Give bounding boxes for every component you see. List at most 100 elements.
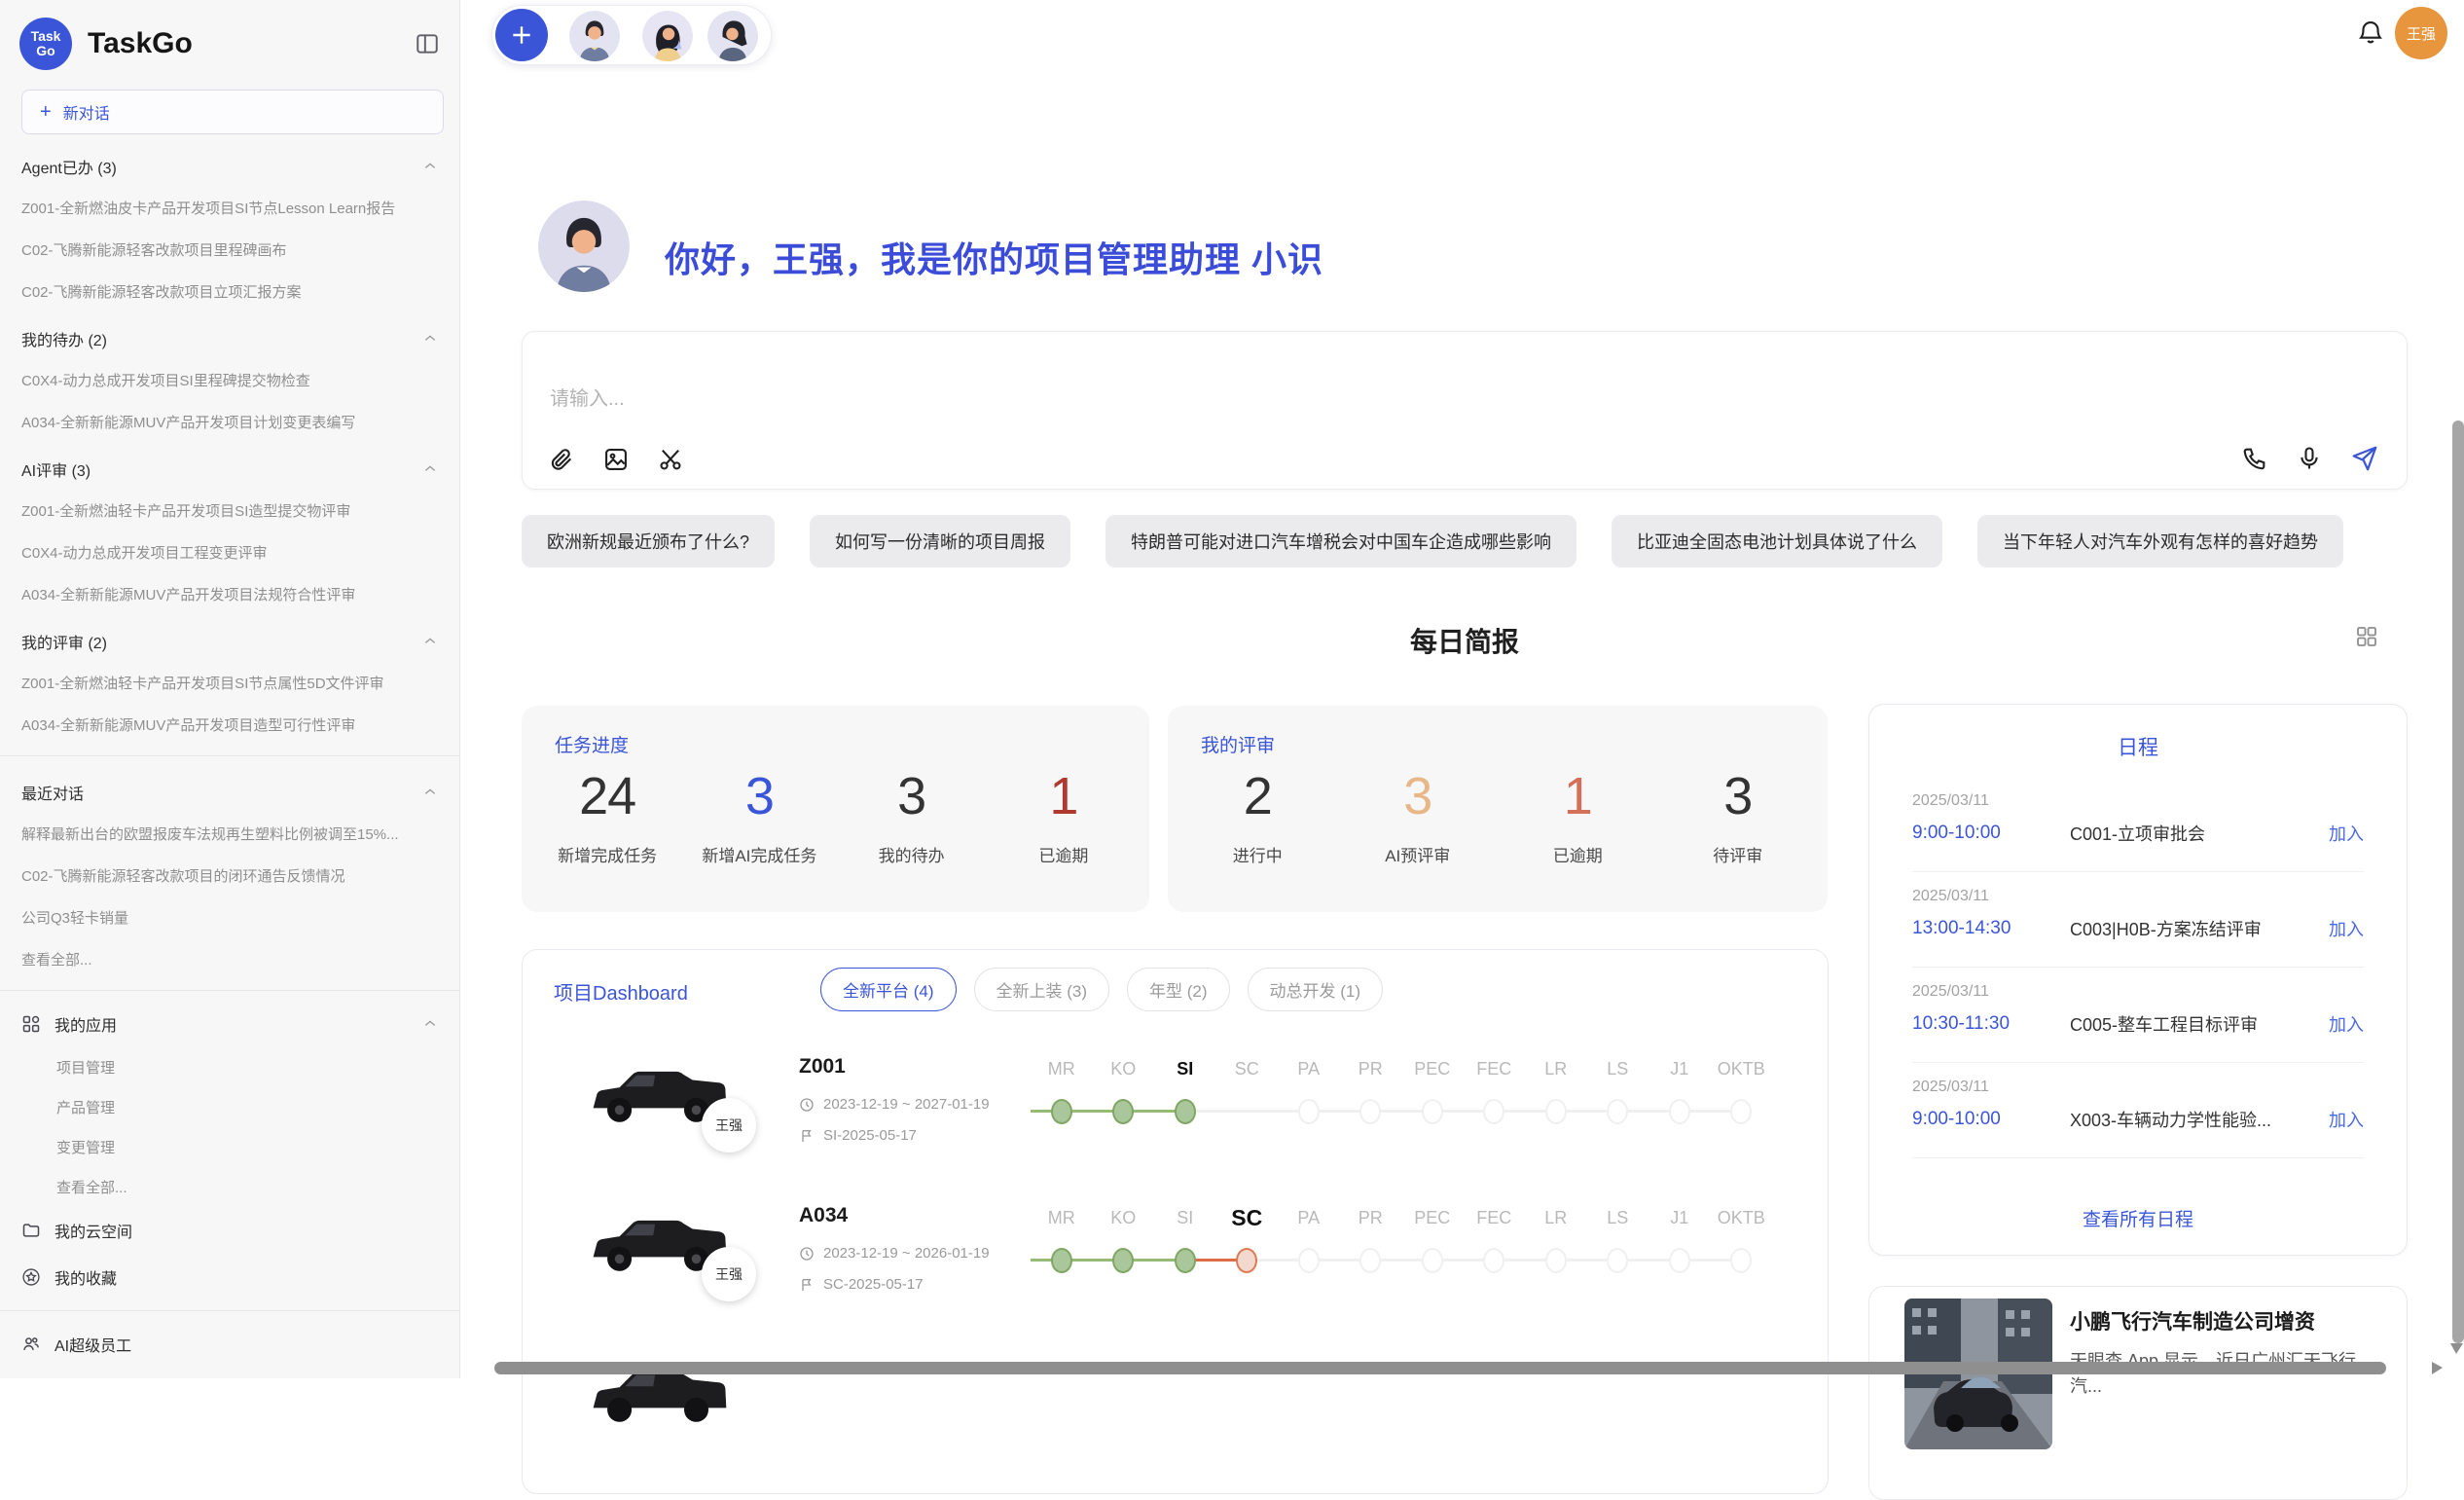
join-link[interactable]: 加入 — [2329, 1011, 2364, 1037]
recent-chat-item[interactable]: C02-飞腾新能源轻客改款项目的闭环通告反馈情况 — [0, 855, 459, 896]
schedule-time: 10:30-11:30 — [1912, 1013, 2070, 1035]
suggestion-chips: 欧洲新规最近颁布了什么? 如何写一份清晰的项目周报 特朗普可能对进口汽车增税会对… — [522, 515, 2343, 567]
schedule-item[interactable]: 2025/03/11 13:00-14:30 C003|H0B-方案冻结评审 加… — [1912, 872, 2364, 968]
project-row[interactable]: 王强 Z001 2023-12-19 ~ 2027-01-19 SI-2025-… — [523, 1047, 1828, 1193]
avatar[interactable] — [569, 11, 620, 61]
schedule-date: 2025/03/11 — [1912, 983, 2364, 1001]
project-name: A034 — [799, 1204, 848, 1227]
avatar[interactable] — [642, 11, 693, 61]
milestone-labels: MR KO SI SC PA PR PEC FEC LR LS J1 OKTB — [1031, 1059, 1772, 1079]
view-all-schedule-link[interactable]: 查看所有日程 — [1869, 1205, 2407, 1231]
sidebar-item-cloud-space[interactable]: 我的云空间 — [0, 1207, 459, 1254]
recent-chat-item[interactable]: 解释最新出台的欧盟报废车法规再生塑料比例被调至15%... — [0, 813, 459, 855]
chevron-up-icon[interactable] — [422, 331, 438, 347]
sidebar-task-item[interactable]: A034-全新新能源MUV产品开发项目法规符合性评审 — [0, 573, 459, 615]
sidebar-item-ai-employee[interactable]: AI超级员工 — [0, 1321, 459, 1368]
scroll-right-arrow[interactable] — [2432, 1362, 2443, 1374]
project-flag-milestone: SC-2025-05-17 — [799, 1276, 924, 1293]
image-icon[interactable] — [602, 446, 630, 473]
schedule-item[interactable]: 2025/03/11 9:00-10:00 C001-立项审批会 加入 — [1912, 777, 2364, 872]
chat-input-card — [522, 331, 2408, 490]
sidebar-task-item[interactable]: Z001-全新燃油轻卡产品开发项目SI造型提交物评审 — [0, 490, 459, 531]
add-agent-button[interactable] — [495, 9, 548, 61]
cloud-space-label: 我的云空间 — [54, 1219, 132, 1242]
send-icon[interactable] — [2350, 444, 2379, 473]
section-header-my-review[interactable]: 我的评审 (2) — [0, 615, 459, 662]
section-header-agent-done[interactable]: Agent已办 (3) — [0, 140, 459, 187]
sidebar-item-favorites[interactable]: 我的收藏 — [0, 1254, 459, 1300]
vertical-scrollbar[interactable] — [2452, 421, 2464, 1343]
news-card[interactable]: 小鹏飞行汽车制造公司增资 天眼查 App 显示，近日广州汇天飞行汽... — [1868, 1286, 2408, 1500]
apps-view-all[interactable]: 查看全部... — [0, 1167, 459, 1207]
section-header-my-todo[interactable]: 我的待办 (2) — [0, 312, 459, 359]
chevron-up-icon[interactable] — [422, 785, 438, 800]
section-header-ai-review[interactable]: AI评审 (3) — [0, 443, 459, 490]
sidebar-collapse-icon[interactable] — [415, 31, 440, 56]
horizontal-scrollbar[interactable] — [494, 1362, 2386, 1374]
chevron-up-icon[interactable] — [422, 1016, 438, 1032]
suggestion-chip[interactable]: 特朗普可能对进口汽车增税会对中国车企造成哪些影响 — [1105, 515, 1576, 567]
notifications-bell-icon[interactable] — [2356, 18, 2385, 52]
section-title: AI评审 (3) — [21, 457, 91, 481]
microphone-icon[interactable] — [2296, 445, 2323, 472]
schedule-item[interactable]: 2025/03/11 9:00-10:00 X003-车辆动力学性能验... 加… — [1912, 1063, 2364, 1158]
sidebar: Task Go TaskGo + 新对话 Agent已办 (3) Z001-全新… — [0, 0, 460, 1378]
recent-chats-view-all[interactable]: 查看全部... — [0, 938, 459, 980]
join-link[interactable]: 加入 — [2329, 821, 2364, 846]
sidebar-task-item[interactable]: C02-飞腾新能源轻客改款项目里程碑画布 — [0, 229, 459, 271]
chevron-up-icon[interactable] — [422, 634, 438, 649]
schedule-time: 9:00-10:00 — [1912, 1109, 2070, 1130]
section-header-recent-chats[interactable]: 最近对话 — [0, 766, 459, 813]
scroll-down-arrow[interactable] — [2450, 1343, 2463, 1354]
suggestion-chip[interactable]: 当下年轻人对汽车外观有怎样的喜好趋势 — [1977, 515, 2343, 567]
sidebar-item-help-write[interactable]: 帮我写作 — [0, 1368, 459, 1378]
sidebar-task-item[interactable]: A034-全新新能源MUV产品开发项目造型可行性评审 — [0, 704, 459, 746]
join-link[interactable]: 加入 — [2329, 1107, 2364, 1132]
tab-model-year[interactable]: 年型 (2) — [1127, 968, 1230, 1011]
app-item-project-mgmt[interactable]: 项目管理 — [0, 1047, 459, 1087]
sidebar-task-item[interactable]: C02-飞腾新能源轻客改款项目立项汇报方案 — [0, 271, 459, 312]
sidebar-task-item[interactable]: C0X4-动力总成开发项目SI里程碑提交物检查 — [0, 359, 459, 401]
assistant-avatar — [538, 201, 630, 292]
suggestion-chip[interactable]: 比亚迪全固态电池计划具体说了什么 — [1612, 515, 1942, 567]
greeting-text: 你好，王强，我是你的项目管理助理 小识 — [665, 232, 1323, 282]
app-item-change-mgmt[interactable]: 变更管理 — [0, 1127, 459, 1167]
suggestion-chip[interactable]: 欧洲新规最近颁布了什么? — [522, 515, 775, 567]
stat-in-progress: 2 进行中 — [1178, 766, 1338, 866]
recent-chat-item[interactable]: 公司Q3轻卡销量 — [0, 896, 459, 938]
sidebar-task-item[interactable]: Z001-全新燃油皮卡产品开发项目SI节点Lesson Learn报告 — [0, 187, 459, 229]
tab-new-platform[interactable]: 全新平台 (4) — [820, 968, 957, 1011]
stat-review-overdue: 1 已逾期 — [1498, 766, 1658, 866]
avatar[interactable] — [707, 11, 758, 61]
app-item-product-mgmt[interactable]: 产品管理 — [0, 1087, 459, 1127]
schedule-date: 2025/03/11 — [1912, 792, 2364, 810]
user-avatar[interactable]: 王强 — [2395, 7, 2447, 59]
join-link[interactable]: 加入 — [2329, 916, 2364, 941]
schedule-event-title: C005-整车工程目标评审 — [2070, 1011, 2319, 1037]
schedule-event-title: X003-车辆动力学性能验... — [2070, 1107, 2319, 1132]
stat-ai-prereview: 3 AI预评审 — [1338, 766, 1499, 866]
tab-powertrain[interactable]: 动总开发 (1) — [1248, 968, 1384, 1011]
chat-input[interactable] — [550, 388, 1718, 411]
scissors-icon[interactable] — [657, 446, 684, 473]
phone-icon[interactable] — [2241, 445, 2268, 472]
schedule-event-title: C003|H0B-方案冻结评审 — [2070, 916, 2319, 941]
chevron-up-icon[interactable] — [422, 461, 438, 477]
schedule-event-title: C001-立项审批会 — [2070, 821, 2319, 846]
tab-new-body[interactable]: 全新上装 (3) — [974, 968, 1110, 1011]
project-row[interactable]: 王强 A034 2023-12-19 ~ 2026-01-19 SC-2025-… — [523, 1196, 1828, 1342]
sidebar-task-item[interactable]: C0X4-动力总成开发项目工程变更评审 — [0, 531, 459, 573]
my-apps-label: 我的应用 — [54, 1012, 117, 1036]
new-chat-button[interactable]: + 新对话 — [21, 90, 444, 134]
chevron-up-icon[interactable] — [422, 159, 438, 174]
suggestion-chip[interactable]: 如何写一份清晰的项目周报 — [810, 515, 1070, 567]
sidebar-item-my-apps[interactable]: 我的应用 — [0, 1001, 459, 1047]
sidebar-task-item[interactable]: Z001-全新燃油轻卡产品开发项目SI节点属性5D文件评审 — [0, 662, 459, 704]
divider — [0, 755, 459, 756]
attachment-icon[interactable] — [548, 446, 575, 473]
schedule-item[interactable]: 2025/03/11 10:30-11:30 C005-整车工程目标评审 加入 — [1912, 968, 2364, 1063]
layout-grid-icon[interactable] — [2355, 625, 2378, 653]
task-progress-card: 任务进度 24 新增完成任务 3 新增AI完成任务 3 我的待办 1 已逾期 — [522, 706, 1149, 912]
logo-text-1: Task — [31, 29, 61, 44]
sidebar-task-item[interactable]: A034-全新新能源MUV产品开发项目计划变更表编写 — [0, 401, 459, 443]
